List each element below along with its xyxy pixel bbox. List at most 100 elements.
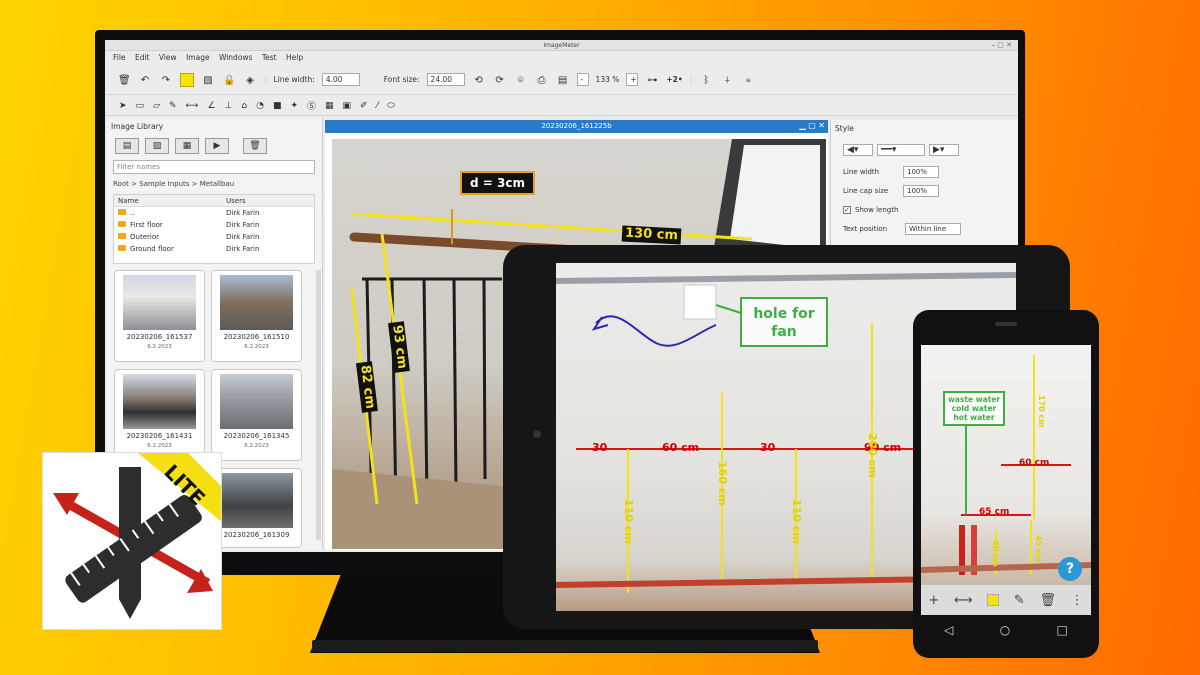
print-icon[interactable]: ⎙: [535, 73, 549, 87]
vertical-dim-label[interactable]: 160 cm: [716, 461, 729, 506]
redo-icon[interactable]: ↷: [159, 73, 173, 87]
dim-label[interactable]: 60 cm: [662, 441, 699, 454]
length-label-top[interactable]: 130 cm: [621, 225, 682, 245]
label-tool-icon[interactable]: ⌂: [241, 101, 247, 111]
vertical-dim-label[interactable]: 110 cm: [622, 499, 635, 544]
menu-help[interactable]: Help: [286, 53, 303, 62]
menu-windows[interactable]: Windows: [219, 53, 252, 62]
trash-icon[interactable]: 🗑: [1039, 593, 1056, 608]
line-cap-input[interactable]: 100%: [903, 185, 939, 197]
recents-icon[interactable]: □: [1057, 623, 1068, 637]
filter-input[interactable]: Filter names: [113, 160, 315, 174]
vertical-dim-label[interactable]: 200 cm: [866, 433, 879, 478]
pen-tool-icon[interactable]: ✎: [169, 101, 177, 111]
vertical-dim-label[interactable]: 45 cm: [1034, 535, 1043, 562]
open-folder-icon[interactable]: ▤: [115, 138, 139, 154]
gallery-icon[interactable]: ▦: [175, 138, 199, 154]
antenna-icon[interactable]: ⍭: [720, 73, 734, 87]
table-row[interactable]: Outerior Dirk Farin: [114, 231, 314, 243]
dollar-tool-icon[interactable]: Ⓢ: [307, 99, 316, 112]
video-icon[interactable]: ▶: [205, 138, 229, 154]
zoom-out-button[interactable]: -: [576, 73, 589, 86]
lock-icon[interactable]: 🔒: [222, 73, 236, 87]
rotate-left-icon[interactable]: ⟲: [472, 73, 486, 87]
line-tool-icon[interactable]: ⁄: [377, 101, 379, 111]
menu-test[interactable]: Test: [262, 53, 277, 62]
angle-tool-icon[interactable]: ∠: [207, 101, 215, 111]
table-row[interactable]: Ground floor Dirk Farin: [114, 243, 314, 255]
arrow-start-select[interactable]: ◀▾: [843, 144, 873, 156]
vertical-dim-label[interactable]: 40 cm: [991, 540, 1000, 567]
rotate-right-icon[interactable]: ⟳: [493, 73, 507, 87]
rectangle-tool-icon[interactable]: ■: [273, 101, 282, 111]
table-tool-icon[interactable]: ▦: [325, 101, 334, 111]
library-scrollbar[interactable]: [316, 270, 321, 540]
line-width-input[interactable]: 4.00: [321, 73, 360, 86]
pointer-tool-icon[interactable]: ➤: [119, 101, 127, 111]
brush-icon[interactable]: ✎: [1014, 593, 1025, 608]
thumbnail[interactable]: 20230206_161510 6.2.2023: [211, 270, 302, 362]
dim-label[interactable]: 30: [592, 441, 607, 454]
back-icon[interactable]: ◁: [944, 623, 953, 637]
breadcrumb[interactable]: Root > Sample Inputs > Metallbau: [113, 180, 234, 188]
ellipse-tool-icon[interactable]: ⬭: [387, 101, 395, 111]
vertical-dim-label[interactable]: 110 cm: [790, 499, 803, 544]
bluetooth-icon[interactable]: ᛒ: [699, 73, 713, 87]
tag-icon[interactable]: ◈: [243, 73, 257, 87]
add-icon[interactable]: +: [928, 593, 939, 608]
dim-label[interactable]: 60 cm: [1019, 458, 1049, 468]
column-name[interactable]: Name: [114, 195, 226, 206]
arrow-tool-icon[interactable]: ⟷: [186, 101, 199, 111]
column-users[interactable]: Users: [226, 195, 314, 206]
measure-tool-icon[interactable]: ▭: [136, 101, 145, 111]
link-icon[interactable]: ⊶: [645, 73, 659, 87]
more-icon[interactable]: ⋮: [1071, 593, 1084, 608]
font-size-input[interactable]: 24.00: [426, 73, 465, 86]
table-row[interactable]: First floor Dirk Farin: [114, 219, 314, 231]
library-title: Image Library: [111, 122, 164, 131]
camera-icon[interactable]: ⌾: [514, 73, 528, 87]
color-swatch[interactable]: [180, 72, 194, 87]
ruler-tool-icon[interactable]: ⊥: [225, 101, 233, 111]
import-image-icon[interactable]: ▨: [145, 138, 169, 154]
dim-label[interactable]: 30: [760, 441, 775, 454]
color-swatch[interactable]: [987, 594, 1000, 606]
menu-file[interactable]: File: [113, 53, 126, 62]
point-tool-icon[interactable]: ✦: [290, 101, 298, 111]
area-tool-icon[interactable]: ▱: [153, 101, 160, 111]
diameter-label[interactable]: d = 3cm: [460, 171, 535, 195]
pipes-note[interactable]: waste water cold water hot water: [943, 391, 1005, 426]
show-length-checkbox[interactable]: ✓: [843, 206, 851, 214]
image-window-controls[interactable]: ▁ ▢ ✕: [800, 121, 826, 130]
home-icon[interactable]: ○: [1000, 623, 1010, 637]
delete-icon[interactable]: 🗑: [243, 138, 267, 154]
arrow-end-select[interactable]: ▶▾: [929, 144, 959, 156]
units-icon[interactable]: ≡: [741, 73, 755, 87]
text-position-select[interactable]: Within line: [905, 223, 961, 235]
freehand-tool-icon[interactable]: ✐: [360, 101, 368, 111]
line-width-percent-input[interactable]: 100%: [903, 166, 939, 178]
table-row[interactable]: .. Dirk Farin: [114, 207, 314, 219]
thumbnail[interactable]: 20230206_161345 6.2.2023: [211, 369, 302, 461]
save-image-icon[interactable]: ▤: [556, 73, 570, 87]
plus-two-button[interactable]: +2•: [666, 75, 682, 84]
circle-tool-icon[interactable]: ◔: [256, 101, 264, 111]
menu-view[interactable]: View: [159, 53, 177, 62]
help-button[interactable]: ?: [1058, 557, 1082, 581]
line-style-select[interactable]: ━━▾: [877, 144, 925, 156]
undo-icon[interactable]: ↶: [138, 73, 152, 87]
thumbnail[interactable]: 20230206_161309: [211, 468, 302, 548]
measure-line-icon[interactable]: ⟷: [954, 593, 973, 608]
text-tool-icon[interactable]: ▣: [343, 101, 352, 111]
menu-image[interactable]: Image: [186, 53, 210, 62]
menu-edit[interactable]: Edit: [135, 53, 150, 62]
window-controls[interactable]: – ▢ ✕: [992, 41, 1012, 49]
trash-icon[interactable]: 🗑: [117, 73, 131, 87]
fill-icon[interactable]: ▧: [201, 73, 215, 87]
zoom-in-button[interactable]: +: [626, 73, 639, 86]
dim-label[interactable]: 65 cm: [979, 507, 1009, 517]
vertical-dim-label[interactable]: 170 cm: [1037, 395, 1046, 428]
thumbnail[interactable]: 20230206_161431 6.2.2023: [114, 369, 205, 461]
thumbnail[interactable]: 20230206_161537 6.2.2023: [114, 270, 205, 362]
hole-for-fan-note[interactable]: hole for fan: [740, 297, 828, 347]
